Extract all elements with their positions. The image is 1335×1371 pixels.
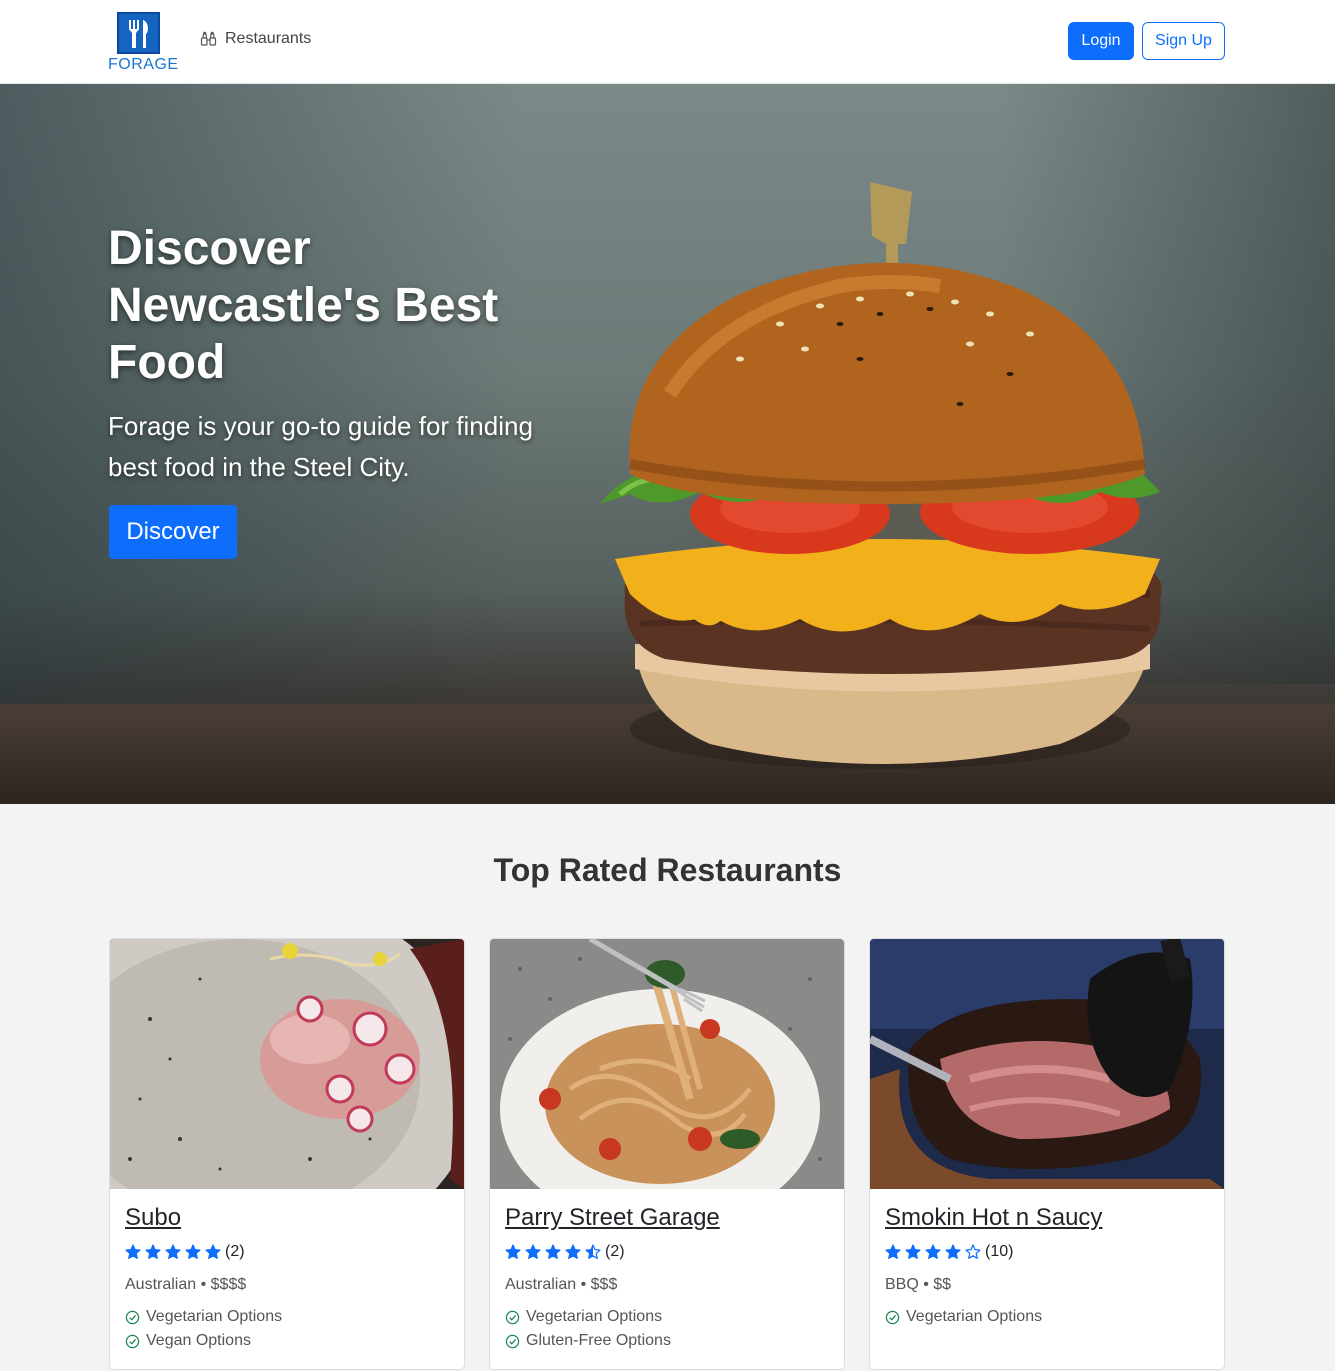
restaurant-photo xyxy=(110,939,464,1189)
check-circle-icon xyxy=(125,1334,140,1348)
binoculars-icon xyxy=(200,31,217,46)
navbar: FORAGE Restaurants Login Sign Up xyxy=(0,0,1335,84)
discover-button[interactable]: Discover xyxy=(109,505,237,559)
star-full-icon xyxy=(905,1244,921,1259)
feature-label: Vegetarian Options xyxy=(526,1308,663,1325)
hero-title: Discover Newcastle's Best Food xyxy=(108,222,499,389)
star-full-icon xyxy=(545,1244,561,1259)
feature-item: Vegan Options xyxy=(125,1332,251,1350)
fork-knife-icon xyxy=(117,12,160,54)
restaurant-photo xyxy=(490,939,844,1189)
star-half-icon xyxy=(585,1244,601,1259)
nav-restaurants-label: Restaurants xyxy=(225,30,312,47)
burger-image xyxy=(600,182,1162,769)
star-full-icon xyxy=(125,1244,141,1259)
feature-item: Vegetarian Options xyxy=(125,1308,282,1326)
restaurant-card[interactable]: Parry Street Garage (2) Australian • $$$… xyxy=(489,938,845,1370)
star-full-icon xyxy=(185,1244,201,1259)
feature-label: Vegan Options xyxy=(146,1332,251,1349)
star-full-icon xyxy=(205,1244,221,1259)
section-title: Top Rated Restaurants xyxy=(493,852,842,888)
feature-item: Gluten-Free Options xyxy=(505,1332,671,1350)
star-full-icon xyxy=(885,1244,901,1259)
star-full-icon xyxy=(165,1244,181,1259)
feature-item: Vegetarian Options xyxy=(885,1308,1042,1326)
review-count: (2) xyxy=(225,1243,245,1260)
feature-label: Vegetarian Options xyxy=(906,1308,1043,1325)
star-full-icon xyxy=(945,1244,961,1259)
star-rating: (2) xyxy=(505,1243,625,1261)
restaurant-name[interactable]: Smokin Hot n Saucy xyxy=(885,1204,1102,1232)
nav-restaurants-link[interactable]: Restaurants xyxy=(200,30,311,48)
hero-banner: Discover Newcastle's Best Food Forage is… xyxy=(0,84,1335,804)
check-circle-icon xyxy=(125,1310,140,1324)
signup-button[interactable]: Sign Up xyxy=(1142,22,1225,60)
star-rating: (10) xyxy=(885,1243,1013,1261)
restaurant-card[interactable]: Smokin Hot n Saucy (10) BBQ • $$ Vegetar… xyxy=(869,938,1225,1370)
feature-item: Vegetarian Options xyxy=(505,1308,662,1326)
check-circle-icon xyxy=(505,1310,520,1324)
restaurant-name[interactable]: Subo xyxy=(125,1204,181,1232)
brand-name: FORAGE xyxy=(108,56,179,73)
stars-group xyxy=(505,1244,601,1260)
star-full-icon xyxy=(505,1244,521,1259)
login-button[interactable]: Login xyxy=(1068,22,1134,60)
restaurant-name[interactable]: Parry Street Garage xyxy=(505,1204,720,1232)
star-full-icon xyxy=(525,1244,541,1259)
restaurant-meta: Australian • $$$ xyxy=(505,1276,618,1293)
feature-label: Gluten-Free Options xyxy=(526,1332,671,1349)
restaurant-photo xyxy=(870,939,1224,1189)
stars-group xyxy=(885,1244,981,1260)
star-empty-icon xyxy=(965,1244,981,1259)
review-count: (2) xyxy=(605,1243,625,1260)
hero-subtitle: Forage is your go-to guide for finding b… xyxy=(108,411,533,482)
check-circle-icon xyxy=(505,1334,520,1348)
brand-logo[interactable]: FORAGE xyxy=(108,10,179,74)
stars-group xyxy=(125,1244,221,1260)
star-full-icon xyxy=(565,1244,581,1259)
check-circle-icon xyxy=(885,1310,900,1324)
star-rating: (2) xyxy=(125,1243,245,1261)
star-full-icon xyxy=(925,1244,941,1259)
star-full-icon xyxy=(145,1244,161,1259)
feature-label: Vegetarian Options xyxy=(146,1308,283,1325)
restaurant-meta: Australian • $$$$ xyxy=(125,1276,247,1293)
restaurant-card[interactable]: Subo (2) Australian • $$$$ Vegetarian Op… xyxy=(109,938,465,1370)
review-count: (10) xyxy=(985,1243,1014,1260)
restaurant-meta: BBQ • $$ xyxy=(885,1276,952,1293)
